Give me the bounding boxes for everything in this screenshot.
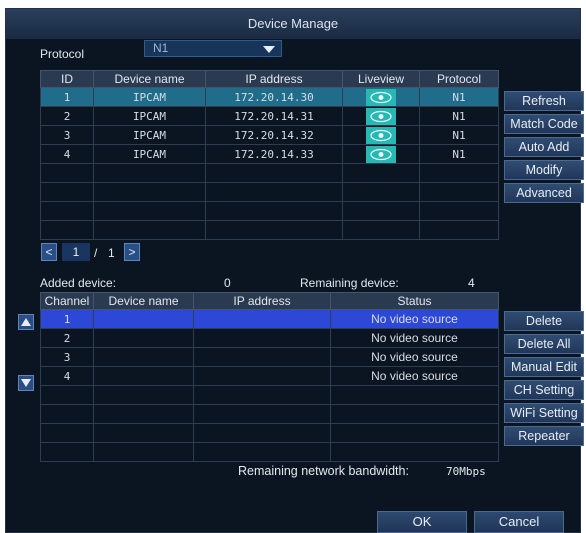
- table-row-empty[interactable]: [40, 385, 499, 405]
- advanced-button[interactable]: Advanced: [504, 183, 584, 203]
- row-device-name: IPCAM: [93, 87, 206, 107]
- row-channel: 4: [40, 366, 94, 386]
- table-row[interactable]: 4 IPCAM 172.20.14.33 N1: [40, 144, 499, 164]
- row-id: 1: [40, 87, 94, 107]
- table-row[interactable]: 1 IPCAM 172.20.14.30 N1: [40, 87, 499, 107]
- row-id: 2: [40, 106, 94, 126]
- page-current[interactable]: 1: [62, 243, 90, 261]
- added-device-table: Channel Device name IP address Status 1 …: [40, 292, 499, 462]
- row-device-name: IPCAM: [93, 125, 206, 145]
- col-protocol: Protocol: [419, 70, 499, 88]
- auto-add-button[interactable]: Auto Add: [504, 137, 584, 157]
- added-table-header: Channel Device name IP address Status: [40, 292, 499, 310]
- table-row-empty[interactable]: [40, 442, 499, 462]
- liveview-eye-icon[interactable]: [366, 88, 396, 106]
- col-liveview: Liveview: [342, 70, 420, 88]
- cancel-button[interactable]: Cancel: [474, 511, 564, 533]
- col-ip-address: IP address: [205, 70, 343, 88]
- col-status: Status: [330, 292, 499, 310]
- bandwidth-value: 70Mbps: [446, 465, 486, 478]
- row-device-name: IPCAM: [93, 106, 206, 126]
- table-row-empty[interactable]: [40, 404, 499, 424]
- ch-setting-button[interactable]: CH Setting: [504, 380, 584, 400]
- row-device-name: IPCAM: [93, 144, 206, 164]
- search-device-table: ID Device name IP address Liveview Proto…: [40, 70, 499, 240]
- row-device-name: [93, 309, 194, 329]
- col-device-name: Device name: [93, 70, 206, 88]
- row-protocol: N1: [419, 106, 499, 126]
- added-device-label: Added device:: [40, 276, 117, 290]
- table-row[interactable]: 2 No video source: [40, 328, 499, 348]
- row-ip-address: [193, 328, 331, 348]
- triangle-up-icon: [21, 318, 31, 326]
- row-status: No video source: [330, 347, 499, 367]
- row-ip-address: 172.20.14.33: [205, 144, 343, 164]
- refresh-button[interactable]: Refresh: [504, 91, 584, 111]
- chevron-down-icon: [263, 46, 275, 53]
- table-row[interactable]: 2 IPCAM 172.20.14.31 N1: [40, 106, 499, 126]
- window-title: Device Manage: [6, 9, 580, 39]
- table-row-empty[interactable]: [40, 182, 499, 202]
- delete-button[interactable]: Delete: [504, 311, 584, 331]
- remaining-device-count: 4: [468, 276, 475, 290]
- table-row-empty[interactable]: [40, 201, 499, 221]
- scroll-up-button[interactable]: [18, 314, 34, 330]
- protocol-select[interactable]: N1: [144, 40, 282, 57]
- remaining-device-label: Remaining device:: [300, 276, 399, 290]
- row-channel: 2: [40, 328, 94, 348]
- scroll-down-button[interactable]: [18, 375, 34, 391]
- liveview-eye-icon[interactable]: [366, 126, 396, 144]
- row-status: No video source: [330, 366, 499, 386]
- table-row-empty[interactable]: [40, 423, 499, 443]
- row-protocol: N1: [419, 144, 499, 164]
- row-device-name: [93, 347, 194, 367]
- manual-edit-button[interactable]: Manual Edit: [504, 357, 584, 377]
- row-device-name: [93, 366, 194, 386]
- row-ip-address: [193, 309, 331, 329]
- table-row[interactable]: 3 IPCAM 172.20.14.32 N1: [40, 125, 499, 145]
- added-device-count: 0: [224, 276, 231, 290]
- row-protocol: N1: [419, 125, 499, 145]
- modify-button[interactable]: Modify: [504, 160, 584, 180]
- triangle-down-icon: [21, 379, 31, 387]
- col-ip-address: IP address: [193, 292, 331, 310]
- row-protocol: N1: [419, 87, 499, 107]
- row-ip-address: 172.20.14.32: [205, 125, 343, 145]
- delete-all-button[interactable]: Delete All: [504, 334, 584, 354]
- wifi-setting-button[interactable]: WiFi Setting: [504, 403, 584, 423]
- row-ip-address: [193, 366, 331, 386]
- row-ip-address: [193, 347, 331, 367]
- liveview-eye-icon[interactable]: [366, 107, 396, 125]
- page-total: 1: [108, 246, 115, 260]
- protocol-label: Protocol: [40, 47, 85, 61]
- col-id: ID: [40, 70, 94, 88]
- table-row-empty[interactable]: [40, 220, 499, 240]
- row-status: No video source: [330, 328, 499, 348]
- row-ip-address: 172.20.14.31: [205, 106, 343, 126]
- liveview-eye-icon[interactable]: [366, 145, 396, 163]
- search-table-header: ID Device name IP address Liveview Proto…: [40, 70, 499, 88]
- row-ip-address: 172.20.14.30: [205, 87, 343, 107]
- protocol-select-value: N1: [153, 41, 169, 55]
- row-device-name: [93, 328, 194, 348]
- row-id: 3: [40, 125, 94, 145]
- row-channel: 3: [40, 347, 94, 367]
- table-row[interactable]: 4 No video source: [40, 366, 499, 386]
- col-device-name: Device name: [93, 292, 194, 310]
- ok-button[interactable]: OK: [377, 511, 467, 533]
- table-row[interactable]: 3 No video source: [40, 347, 499, 367]
- page-separator: /: [94, 246, 98, 260]
- col-channel: Channel: [40, 292, 94, 310]
- match-code-button[interactable]: Match Code: [504, 114, 584, 134]
- row-status: No video source: [330, 309, 499, 329]
- next-page-button[interactable]: >: [124, 243, 140, 261]
- repeater-button[interactable]: Repeater: [504, 426, 584, 446]
- row-channel: 1: [40, 309, 94, 329]
- prev-page-button[interactable]: <: [41, 243, 57, 261]
- row-id: 4: [40, 144, 94, 164]
- table-row[interactable]: 1 No video source: [40, 309, 499, 329]
- table-row-empty[interactable]: [40, 163, 499, 183]
- bandwidth-label: Remaining network bandwidth:: [238, 464, 409, 478]
